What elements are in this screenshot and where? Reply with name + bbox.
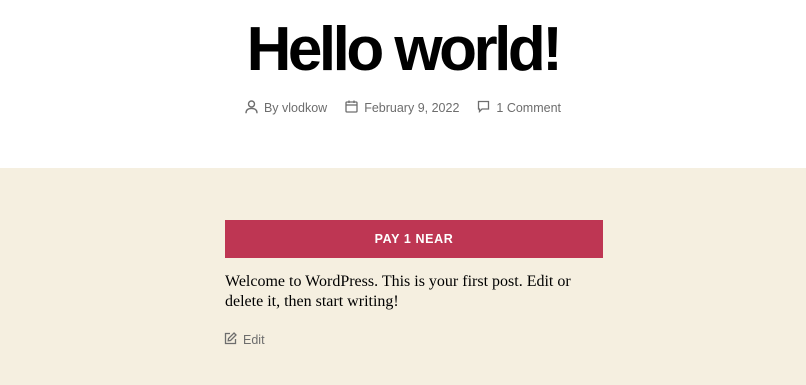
calendar-icon [345,100,364,116]
date-link[interactable]: February 9, 2022 [364,101,459,115]
post-header: Hello world! By vlodkow February 9, 2022… [0,0,806,168]
meta-comments: 1 Comment [477,100,561,116]
author-link[interactable]: By vlodkow [264,101,327,115]
post-body-text: Welcome to WordPress. This is your first… [225,273,571,310]
meta-date: February 9, 2022 [345,100,459,116]
comment-icon [477,100,496,116]
edit-label: Edit [243,333,265,347]
post-title: Hello world! [246,15,563,84]
meta-author: By vlodkow [245,99,327,117]
post-meta: By vlodkow February 9, 2022 1 Comment [0,97,806,119]
pay-near-button[interactable]: PAY 1 NEAR [225,220,603,258]
edit-icon [224,332,243,348]
edit-post-link[interactable]: Edit [224,332,265,348]
user-icon [245,99,264,117]
post-content: PAY 1 NEAR Welcome to WordPress. This is… [0,168,806,385]
comments-link[interactable]: 1 Comment [496,101,561,115]
